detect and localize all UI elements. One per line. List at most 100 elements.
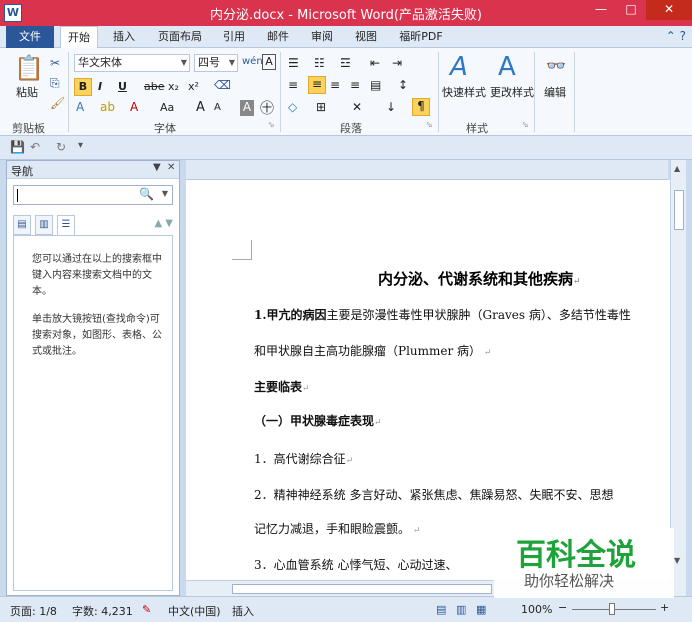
highlight-icon[interactable]: ab [100, 100, 115, 114]
align-center-icon[interactable]: ≡ [308, 76, 326, 94]
shrink-font-button[interactable]: A [214, 102, 221, 113]
paste-label[interactable]: 粘贴 [16, 84, 38, 100]
tab-pages[interactable]: ▥ [35, 215, 53, 235]
minimize-button[interactable]: — [586, 0, 616, 20]
zoom-slider-thumb[interactable] [609, 603, 615, 615]
enclose-char-icon[interactable]: ㊉ [260, 98, 274, 118]
line-spacing-icon[interactable]: ↕ [398, 78, 408, 92]
nav-close-icon[interactable]: ✕ [167, 162, 175, 173]
nav-prev-next-icons[interactable]: ▲ ▼ [154, 218, 173, 229]
dialog-launcher-icon[interactable]: ⬂ [426, 120, 433, 129]
change-case-button[interactable]: Aa [160, 101, 174, 114]
change-styles-icon[interactable]: A [498, 52, 516, 82]
document-title[interactable]: 内分泌、代谢系统和其他疾病↵ [378, 268, 581, 289]
char-shading-icon[interactable]: A [240, 100, 254, 116]
paste-icon[interactable]: 📋 [14, 54, 44, 82]
numbering-icon[interactable]: ☷ [314, 56, 325, 70]
bold-button[interactable]: B [74, 78, 92, 96]
grow-font-button[interactable]: A [196, 100, 205, 115]
doc-paragraph[interactable]: 2．精神神经系统 多言好动、紧张焦虑、焦躁易怒、失眠不安、思想 [254, 486, 613, 503]
zoom-in-button[interactable]: + [660, 601, 669, 614]
strikethrough-button[interactable]: abe [144, 80, 165, 93]
dialog-launcher-icon[interactable]: ⬂ [522, 120, 529, 129]
nav-search-input[interactable]: 🔍 ▼ [13, 185, 173, 205]
change-styles-label[interactable]: 更改样式 [490, 84, 534, 100]
word-count[interactable]: 字数: 4,231 [72, 603, 133, 619]
char-border-icon[interactable]: A [262, 54, 276, 70]
scroll-up-icon[interactable]: ▲ [674, 164, 680, 173]
document-page[interactable]: 内分泌、代谢系统和其他疾病↵ 1.甲亢的病因主要是弥漫性毒性甲状腺肿（Grave… [186, 180, 672, 580]
doc-paragraph[interactable]: 和甲状腺自主高功能腺瘤（Plummer 病） ↵ [254, 342, 491, 359]
tab-references[interactable]: 引用 [218, 26, 250, 48]
subscript-button[interactable]: x₂ [168, 80, 179, 93]
tab-home[interactable]: 开始 [60, 26, 98, 49]
tab-page-layout[interactable]: 页面布局 [152, 26, 208, 48]
tab-mailings[interactable]: 邮件 [262, 26, 294, 48]
chinese-layout-icon[interactable]: ✕ [352, 100, 362, 114]
justify-icon[interactable]: ≡ [350, 78, 360, 92]
find-binoculars-icon[interactable]: 👓 [546, 56, 566, 75]
redo-icon[interactable]: ↻ [56, 140, 66, 154]
quick-styles-icon[interactable]: A [450, 52, 468, 82]
web-layout-icon[interactable]: ▦ [476, 603, 486, 616]
tab-headings[interactable]: ▤ [13, 215, 31, 235]
increase-indent-icon[interactable]: ⇥ [392, 56, 402, 70]
show-marks-icon[interactable]: ¶ [412, 98, 430, 116]
nav-options-icon[interactable]: ▼ [153, 162, 161, 173]
doc-heading[interactable]: （一）甲状腺毒症表现↵ [254, 412, 382, 429]
doc-paragraph[interactable]: 1．高代谢综合征↵ [254, 450, 353, 467]
shading-icon[interactable]: ◇ [288, 100, 297, 114]
search-icon[interactable]: 🔍 [139, 187, 154, 201]
underline-button[interactable]: U [118, 80, 127, 93]
quick-styles-label[interactable]: 快速样式 [442, 84, 486, 100]
dialog-launcher-icon[interactable]: ⬂ [268, 120, 275, 129]
full-screen-icon[interactable]: ▥ [456, 603, 466, 616]
phonetic-guide-icon[interactable]: wén [242, 56, 263, 67]
print-layout-icon[interactable]: ▤ [436, 603, 446, 616]
language-indicator[interactable]: 中文(中国) [168, 603, 221, 619]
copy-icon[interactable]: ⎘ [50, 76, 60, 91]
scroll-down-icon[interactable]: ▼ [674, 556, 680, 565]
zoom-level[interactable]: 100% [521, 603, 552, 616]
text-effect-icon[interactable]: A [76, 100, 84, 114]
tab-file[interactable]: 文件 [6, 26, 54, 48]
help-icon[interactable]: ⌃ ? [666, 29, 686, 43]
borders-icon[interactable]: ⊞ [316, 100, 326, 114]
format-painter-icon[interactable]: 🖌 [50, 96, 65, 110]
align-left-icon[interactable]: ≡ [288, 78, 298, 92]
close-button[interactable]: ✕ [646, 0, 692, 20]
scroll-thumb[interactable] [674, 190, 684, 230]
customize-qat-icon[interactable]: ▾ [78, 140, 83, 151]
page-indicator[interactable]: 页面: 1/8 [10, 603, 57, 619]
maximize-button[interactable]: □ [616, 0, 646, 20]
clear-format-icon[interactable]: ⌫ [214, 78, 231, 92]
bullets-icon[interactable]: ☰ [288, 56, 299, 70]
proofing-icon[interactable]: ✎ [142, 603, 151, 616]
align-right-icon[interactable]: ≡ [330, 78, 340, 92]
cut-icon[interactable]: ✂ [50, 56, 60, 70]
doc-paragraph[interactable]: 3．心血管系统 心悸气短、心动过速、 [254, 556, 457, 573]
font-size-select[interactable]: 四号 ▼ [194, 54, 238, 72]
save-icon[interactable]: 💾 [10, 140, 25, 154]
doc-paragraph[interactable]: 1.甲亢的病因主要是弥漫性毒性甲状腺肿（Graves 病）、多结节性毒性 [254, 306, 631, 323]
tab-insert[interactable]: 插入 [108, 26, 140, 48]
hscroll-thumb[interactable] [232, 584, 492, 594]
editing-label[interactable]: 编辑 [544, 84, 566, 100]
font-color-icon[interactable]: A [130, 100, 138, 114]
superscript-button[interactable]: x² [188, 80, 199, 93]
doc-paragraph[interactable]: 记忆力减退，手和眼睑震颤。 ↵ [254, 520, 420, 537]
distributed-icon[interactable]: ▤ [370, 78, 381, 92]
font-name-select[interactable]: 华文宋体 ▼ [74, 54, 190, 72]
tab-review[interactable]: 审阅 [306, 26, 338, 48]
undo-icon[interactable]: ↶ [30, 140, 40, 154]
multilevel-list-icon[interactable]: ☲ [340, 56, 351, 70]
tab-view[interactable]: 视图 [350, 26, 382, 48]
zoom-out-button[interactable]: − [558, 601, 567, 614]
sort-icon[interactable]: ↓ [386, 100, 396, 114]
tab-foxit-pdf[interactable]: 福昕PDF [394, 26, 448, 48]
decrease-indent-icon[interactable]: ⇤ [370, 56, 380, 70]
chevron-down-icon[interactable]: ▼ [162, 189, 168, 198]
tab-results[interactable]: ☰ [57, 215, 75, 235]
insert-mode[interactable]: 插入 [232, 603, 254, 619]
italic-button[interactable]: I [98, 80, 102, 93]
